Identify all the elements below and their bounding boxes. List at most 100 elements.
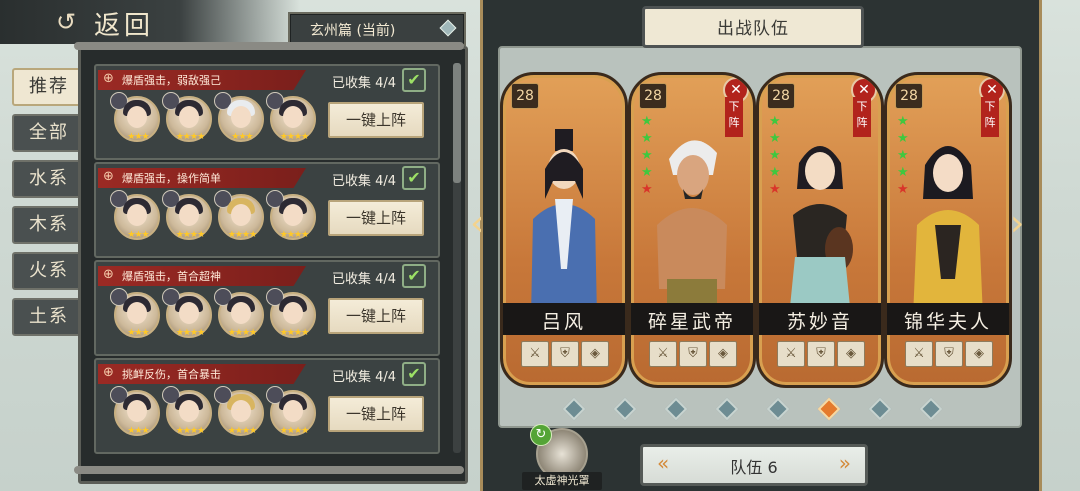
tab-water[interactable]: 水系 (12, 160, 86, 198)
chapter-label: 玄州篇 (当前) (310, 23, 396, 39)
check-icon: ✔ (402, 166, 426, 190)
team-selector: « 队伍 6 » (640, 444, 868, 486)
chapter-diamond-icon (439, 19, 457, 37)
accessory-icon[interactable]: ◈ (581, 341, 609, 367)
hero-level: 28 (511, 83, 539, 109)
accessory-icon[interactable]: ◈ (965, 341, 993, 367)
team-tag: ⊕ 挑衅反伤，首合暴击 (98, 364, 306, 384)
hero-name: 碎星武帝 (647, 311, 736, 333)
avatar-stars: ★★★★ (175, 230, 205, 240)
hero-avatar[interactable]: ★★★★ (214, 190, 264, 240)
hero-avatar[interactable]: ★★★★ (162, 92, 212, 142)
hero-avatar[interactable]: ★★★★ (162, 386, 212, 436)
hero-portrait (789, 146, 853, 317)
tab-all[interactable]: 全部 (12, 114, 86, 152)
recommended-team-card: ⊕ 爆盾强击，弱敌强己 已收集 4/4 ✔ ★★★ ★★★★ ★★★ ★★★★ … (94, 64, 440, 160)
weapon-icon[interactable]: ⚔ (649, 341, 677, 367)
avatar-stars: ★★★ (127, 132, 149, 142)
tab-earth[interactable]: 土系 (12, 298, 86, 336)
magnify-icon: ⊕ (103, 267, 114, 282)
hero-avatar[interactable]: ★★★ (110, 92, 160, 142)
chevron-right-icon[interactable]: › (1010, 204, 1032, 244)
check-icon: ✔ (402, 68, 426, 92)
avatar-stars: ★★★★ (175, 328, 205, 338)
hero-avatar[interactable]: ★★★ (110, 386, 160, 436)
recommended-team-card: ⊕ 挑衅反伤，首合暴击 已收集 4/4 ✔ ★★★ ★★★★ ★★★★ ★★★★… (94, 358, 440, 454)
team-tag-text: 爆盾强击，首合超神 (122, 270, 221, 283)
chevron-left-icon[interactable]: ‹ (470, 204, 492, 244)
avatar-stars: ★★★ (127, 230, 149, 240)
avatar-stars: ★★★★ (227, 328, 257, 338)
hero-card[interactable]: 28 ✕ 下阵 ★ ★ ★ ★ ★ 锦华夫人 ⚔ ⛨ ◈ (884, 72, 1012, 388)
hero-level: 28 (767, 83, 795, 109)
team-tag-text: 爆盾强击，弱敌强己 (122, 74, 221, 87)
swirl-back-icon[interactable]: ↺ (56, 9, 86, 35)
chapter-selector[interactable]: 玄州篇 (当前) (288, 12, 466, 46)
panel-title: 出战队伍 (717, 19, 789, 39)
avatar-stars: ★★★★ (279, 230, 309, 240)
hero-card[interactable]: 28 ✕ 下阵 ★ ★ ★ ★ ★ 苏妙音 ⚔ ⛨ ◈ (756, 72, 884, 388)
back-bar[interactable]: ↺ 返回 (0, 0, 300, 44)
check-icon: ✔ (402, 264, 426, 288)
tab-wood[interactable]: 木系 (12, 206, 86, 244)
back-label[interactable]: 返回 (94, 5, 154, 42)
magnify-icon: ⊕ (103, 365, 114, 380)
avatar-stars: ★★★★ (227, 426, 257, 436)
tab-recommended[interactable]: 推荐 (12, 68, 86, 106)
hero-name: 吕风 (541, 311, 586, 333)
avatar-stars: ★★★★ (175, 426, 205, 436)
hero-level: 28 (895, 83, 923, 109)
hero-avatar[interactable]: ★★★★ (162, 190, 212, 240)
weapon-icon[interactable]: ⚔ (905, 341, 933, 367)
avatar-stars: ★★★ (231, 132, 253, 142)
hero-level: 28 (639, 83, 667, 109)
collected-count: 已收集 4/4 (332, 272, 397, 287)
armor-icon[interactable]: ⛨ (935, 341, 963, 367)
deploy-button[interactable]: 一键上阵 (328, 396, 424, 432)
hero-avatar[interactable]: ★★★★ (214, 288, 264, 338)
accessory-icon[interactable]: ◈ (837, 341, 865, 367)
scrollbar[interactable] (453, 63, 461, 453)
team-label: 队伍 6 (730, 458, 778, 477)
deploy-button[interactable]: 一键上阵 (328, 102, 424, 138)
team-tag-text: 挑衅反伤，首合暴击 (122, 368, 221, 381)
hero-name: 锦华夫人 (903, 311, 992, 333)
hero-card[interactable]: 28 吕风 ⚔ ⛨ ◈ (500, 72, 628, 388)
hero-card[interactable]: 28 ✕ 下阵 ★ ★ ★ ★ ★ 碎星武帝 ⚔ ⛨ ◈ (628, 72, 756, 388)
scroll-rod-top (74, 42, 464, 50)
armor-icon[interactable]: ⛨ (551, 341, 579, 367)
hero-avatar[interactable]: ★★★ (110, 288, 160, 338)
avatar-stars: ★★★★ (279, 328, 309, 338)
avatar-stars: ★★★★ (227, 230, 257, 240)
hero-name: 苏妙音 (786, 311, 853, 333)
collected-count: 已收集 4/4 (332, 370, 397, 385)
armor-icon[interactable]: ⛨ (807, 341, 835, 367)
hero-avatar[interactable]: ★★★★ (266, 190, 316, 240)
title-plate: 出战队伍 (642, 6, 864, 48)
recommended-team-card: ⊕ 爆盾强击，操作简单 已收集 4/4 ✔ ★★★ ★★★★ ★★★★ ★★★★… (94, 162, 440, 258)
deploy-button[interactable]: 一键上阵 (328, 200, 424, 236)
scroll-thumb[interactable] (453, 63, 461, 183)
accessory-icon[interactable]: ◈ (709, 341, 737, 367)
hero-avatar[interactable]: ★★★ (214, 92, 264, 142)
tab-fire[interactable]: 火系 (12, 252, 86, 290)
hero-portrait (657, 140, 727, 309)
hero-avatar[interactable]: ★★★★ (266, 386, 316, 436)
hero-avatar[interactable]: ★★★★ (214, 386, 264, 436)
weapon-icon[interactable]: ⚔ (521, 341, 549, 367)
hero-avatar[interactable]: ★★★★ (266, 288, 316, 338)
refresh-icon[interactable]: ↻ (530, 424, 552, 446)
weapon-icon[interactable]: ⚔ (777, 341, 805, 367)
hero-avatar[interactable]: ★★★★ (162, 288, 212, 338)
hero-avatar[interactable]: ★★★ (110, 190, 160, 240)
team-tag: ⊕ 爆盾强击，首合超神 (98, 266, 306, 286)
hero-avatar[interactable]: ★★★★ (266, 92, 316, 142)
scroll-rod-bottom (74, 466, 464, 474)
deploy-button[interactable]: 一键上阵 (328, 298, 424, 334)
skill-label: 太虚神光罩 (522, 472, 602, 490)
double-chevron-right-icon[interactable]: » (839, 451, 851, 475)
avatar-stars: ★★★★ (175, 132, 205, 142)
hero-portrait (531, 129, 597, 317)
armor-icon[interactable]: ⛨ (679, 341, 707, 367)
magnify-icon: ⊕ (103, 169, 114, 184)
